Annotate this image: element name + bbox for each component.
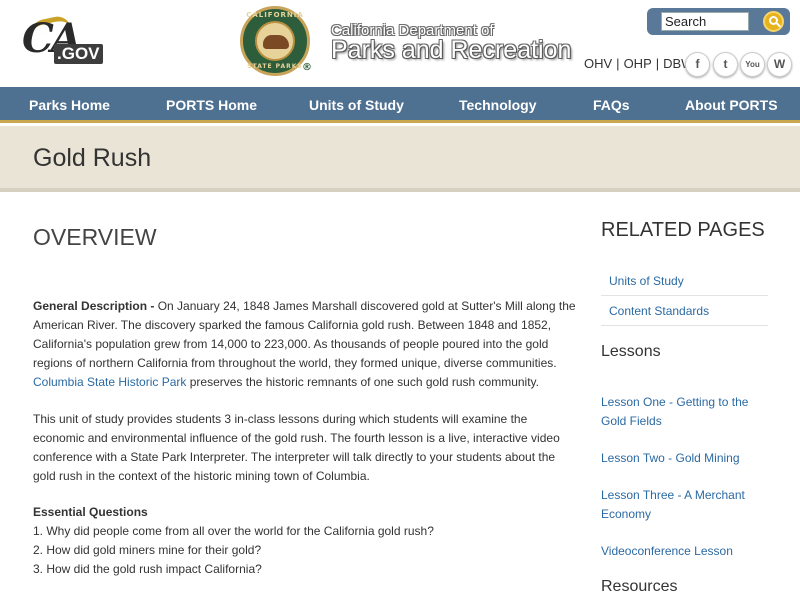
lessons-heading: Lessons (601, 343, 661, 360)
general-description-text-2: preserves the historic remnants of one s… (186, 375, 539, 389)
videoconference-lesson-link[interactable]: Videoconference Lesson (601, 542, 773, 561)
unit-description: This unit of study provides students 3 i… (33, 412, 560, 483)
registered-mark: ® (302, 62, 312, 73)
question-item: 1. Why did people come from all over the… (33, 524, 434, 538)
question-item: 3. How did the gold rush impact Californ… (33, 562, 262, 576)
search-button[interactable] (763, 11, 784, 32)
nav-parks-home[interactable]: Parks Home (29, 87, 110, 123)
page-title: Gold Rush (33, 144, 152, 172)
general-description: General Description - On January 24, 184… (33, 297, 578, 392)
nav-units-of-study[interactable]: Units of Study (309, 87, 404, 123)
general-description-label: General Description - (33, 299, 158, 313)
bear-icon (263, 35, 289, 49)
seal-bottom-text: STATE PARKS (247, 63, 303, 70)
related-content-standards-link[interactable]: Content Standards (609, 304, 709, 318)
department-title[interactable]: Parks and Recreation (331, 36, 571, 65)
ohv-link[interactable]: OHV (584, 56, 612, 71)
search-bar (647, 8, 790, 35)
related-pages-heading: RELATED PAGES (601, 219, 765, 241)
search-input[interactable] (661, 12, 749, 31)
state-parks-seal[interactable]: CALIFORNIA STATE PARKS (240, 6, 310, 76)
cagov-logo-gov: .GOV (54, 44, 103, 64)
ohp-link[interactable]: OHP (624, 56, 652, 71)
twitter-icon[interactable]: t (713, 52, 738, 77)
nav-about-ports[interactable]: About PORTS (685, 87, 778, 123)
lesson-one-link[interactable]: Lesson One - Getting to the Gold Fields (601, 393, 773, 431)
nav-ports-home[interactable]: PORTS Home (166, 87, 257, 123)
related-link-item: Units of Study (601, 266, 768, 296)
site-header: CA .GOV CALIFORNIA STATE PARKS ® Califor… (0, 0, 800, 87)
seal-top-text: CALIFORNIA (246, 11, 304, 19)
related-units-of-study-link[interactable]: Units of Study (609, 274, 684, 288)
facebook-icon[interactable]: f (685, 52, 710, 77)
columbia-park-link[interactable]: Columbia State Historic Park (33, 375, 186, 389)
seal-inner (255, 21, 295, 61)
main-nav: Parks Home PORTS Home Units of Study Tec… (0, 87, 800, 123)
related-link-item: Content Standards (601, 296, 768, 326)
page-title-band: Gold Rush (0, 126, 800, 192)
short-links: OHV | OHP | DBW (584, 56, 694, 71)
lesson-two-link[interactable]: Lesson Two - Gold Mining (601, 449, 773, 468)
youtube-icon[interactable]: You (740, 52, 765, 77)
nav-technology[interactable]: Technology (459, 87, 537, 123)
cagov-logo[interactable]: CA .GOV (22, 13, 103, 72)
lesson-three-link[interactable]: Lesson Three - A Merchant Economy (601, 486, 773, 524)
essential-questions-heading: Essential Questions (33, 505, 148, 519)
resources-heading: Resources (601, 578, 678, 595)
question-item: 2. How did gold miners mine for their go… (33, 543, 262, 557)
overview-heading: OVERVIEW (33, 224, 157, 250)
search-icon-handle (776, 22, 781, 28)
wordpress-icon[interactable]: W (767, 52, 792, 77)
nav-faqs[interactable]: FAQs (593, 87, 630, 123)
